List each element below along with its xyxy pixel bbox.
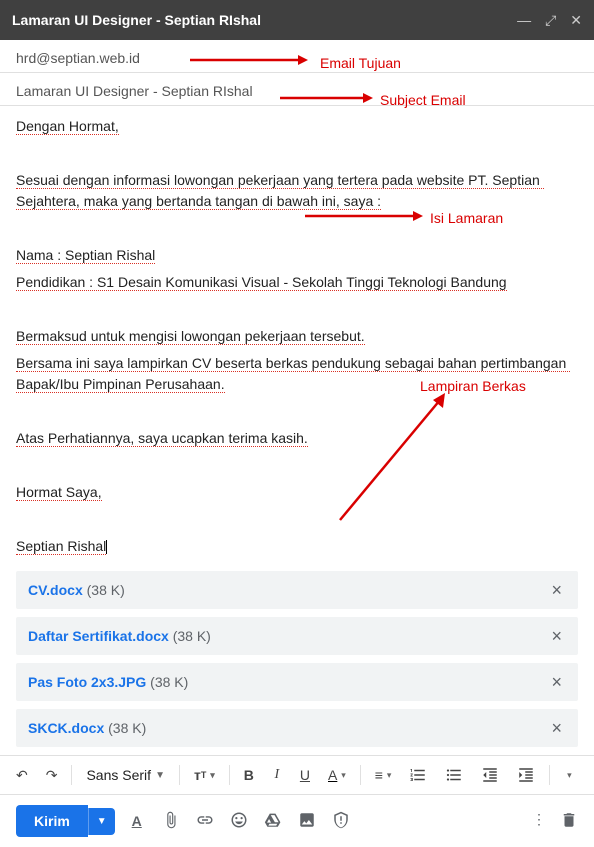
- attachment-row: Pas Foto 2x3.JPG (38 K) ×: [16, 663, 578, 701]
- compose-titlebar: Lamaran UI Designer - Septian RIshal — ⤢…: [0, 0, 594, 40]
- attachment-size: (38 K): [150, 674, 188, 690]
- italic-icon[interactable]: I: [266, 762, 288, 788]
- send-button[interactable]: Kirim: [16, 805, 88, 837]
- minimize-icon[interactable]: —: [517, 12, 531, 29]
- attachment-row: SKCK.docx (38 K) ×: [16, 709, 578, 747]
- attach-icon[interactable]: [161, 811, 181, 832]
- body-greeting: Dengan Hormat,: [16, 118, 119, 135]
- subject-value: Lamaran UI Designer - Septian RIshal: [16, 83, 253, 99]
- body-signature: Septian Rishal: [16, 538, 106, 555]
- confidential-icon[interactable]: [331, 811, 351, 832]
- link-icon[interactable]: [195, 811, 215, 832]
- font-size-icon[interactable]: тT ▾: [188, 762, 221, 788]
- remove-attachment-icon[interactable]: ×: [547, 581, 566, 599]
- redo-icon[interactable]: ↷: [40, 762, 64, 788]
- attachment-size: (38 K): [173, 628, 211, 644]
- body-p3: Atas Perhatiannya, saya ucapkan terima k…: [16, 430, 308, 447]
- font-name: Sans Serif: [86, 767, 151, 783]
- attachment-name[interactable]: CV.docx: [28, 582, 83, 598]
- bulleted-list-icon[interactable]: [439, 762, 469, 788]
- attachment-row: CV.docx (38 K) ×: [16, 571, 578, 609]
- email-body[interactable]: Dengan Hormat, Sesuai dengan informasi l…: [0, 106, 594, 571]
- indent-less-icon[interactable]: [475, 762, 505, 788]
- drive-icon[interactable]: [263, 811, 283, 832]
- send-button-group: Kirim ▼: [16, 805, 115, 837]
- body-edu: Pendidikan : S1 Desain Komunikasi Visual…: [16, 274, 507, 291]
- to-field[interactable]: hrd@septian.web.id: [0, 40, 594, 73]
- send-bar: Kirim ▼ A ⋮: [0, 795, 594, 847]
- remove-attachment-icon[interactable]: ×: [547, 719, 566, 737]
- attachment-name[interactable]: Pas Foto 2x3.JPG: [28, 674, 146, 690]
- attachment-row: Daftar Sertifikat.docx (38 K) ×: [16, 617, 578, 655]
- send-options-button[interactable]: ▼: [88, 808, 115, 835]
- attachment-name[interactable]: SKCK.docx: [28, 720, 104, 736]
- text-format-icon[interactable]: A: [127, 813, 147, 829]
- numbered-list-icon[interactable]: [403, 762, 433, 788]
- text-color-icon[interactable]: A ▾: [322, 762, 352, 788]
- indent-more-icon[interactable]: [511, 762, 541, 788]
- undo-icon[interactable]: ↶: [10, 762, 34, 788]
- emoji-icon[interactable]: [229, 811, 249, 832]
- more-format-icon[interactable]: ▾: [558, 762, 580, 788]
- discard-icon[interactable]: [560, 811, 578, 832]
- close-icon[interactable]: ✕: [570, 12, 582, 29]
- image-icon[interactable]: [297, 811, 317, 832]
- more-options-icon[interactable]: ⋮: [532, 811, 546, 832]
- body-name: Nama : Septian Rishal: [16, 247, 155, 264]
- expand-icon[interactable]: ⤢: [545, 12, 556, 29]
- bold-icon[interactable]: B: [238, 762, 260, 788]
- compose-title: Lamaran UI Designer - Septian RIshal: [12, 12, 261, 28]
- font-select[interactable]: Sans Serif ▼: [80, 767, 171, 783]
- attachment-name[interactable]: Daftar Sertifikat.docx: [28, 628, 169, 644]
- remove-attachment-icon[interactable]: ×: [547, 627, 566, 645]
- window-controls: — ⤢ ✕: [517, 12, 582, 29]
- attachment-size: (38 K): [108, 720, 146, 736]
- chevron-down-icon: ▼: [155, 770, 165, 781]
- body-p2a: Bermaksud untuk mengisi lowongan pekerja…: [16, 328, 365, 345]
- subject-field[interactable]: Lamaran UI Designer - Septian RIshal: [0, 73, 594, 106]
- body-p1: Sesuai dengan informasi lowongan pekerja…: [16, 172, 544, 210]
- to-value: hrd@septian.web.id: [16, 50, 140, 66]
- body-closing: Hormat Saya,: [16, 484, 102, 501]
- body-p2b: Bersama ini saya lampirkan CV beserta be…: [16, 355, 570, 393]
- underline-icon[interactable]: U: [294, 762, 316, 788]
- remove-attachment-icon[interactable]: ×: [547, 673, 566, 691]
- attachments-list: CV.docx (38 K)×Daftar Sertifikat.docx (3…: [0, 571, 594, 747]
- format-toolbar: ↶ ↷ Sans Serif ▼ тT ▾ B I U A ▾ ≡ ▾ ▾: [0, 755, 594, 795]
- attachment-size: (38 K): [87, 582, 125, 598]
- align-icon[interactable]: ≡ ▾: [369, 762, 398, 788]
